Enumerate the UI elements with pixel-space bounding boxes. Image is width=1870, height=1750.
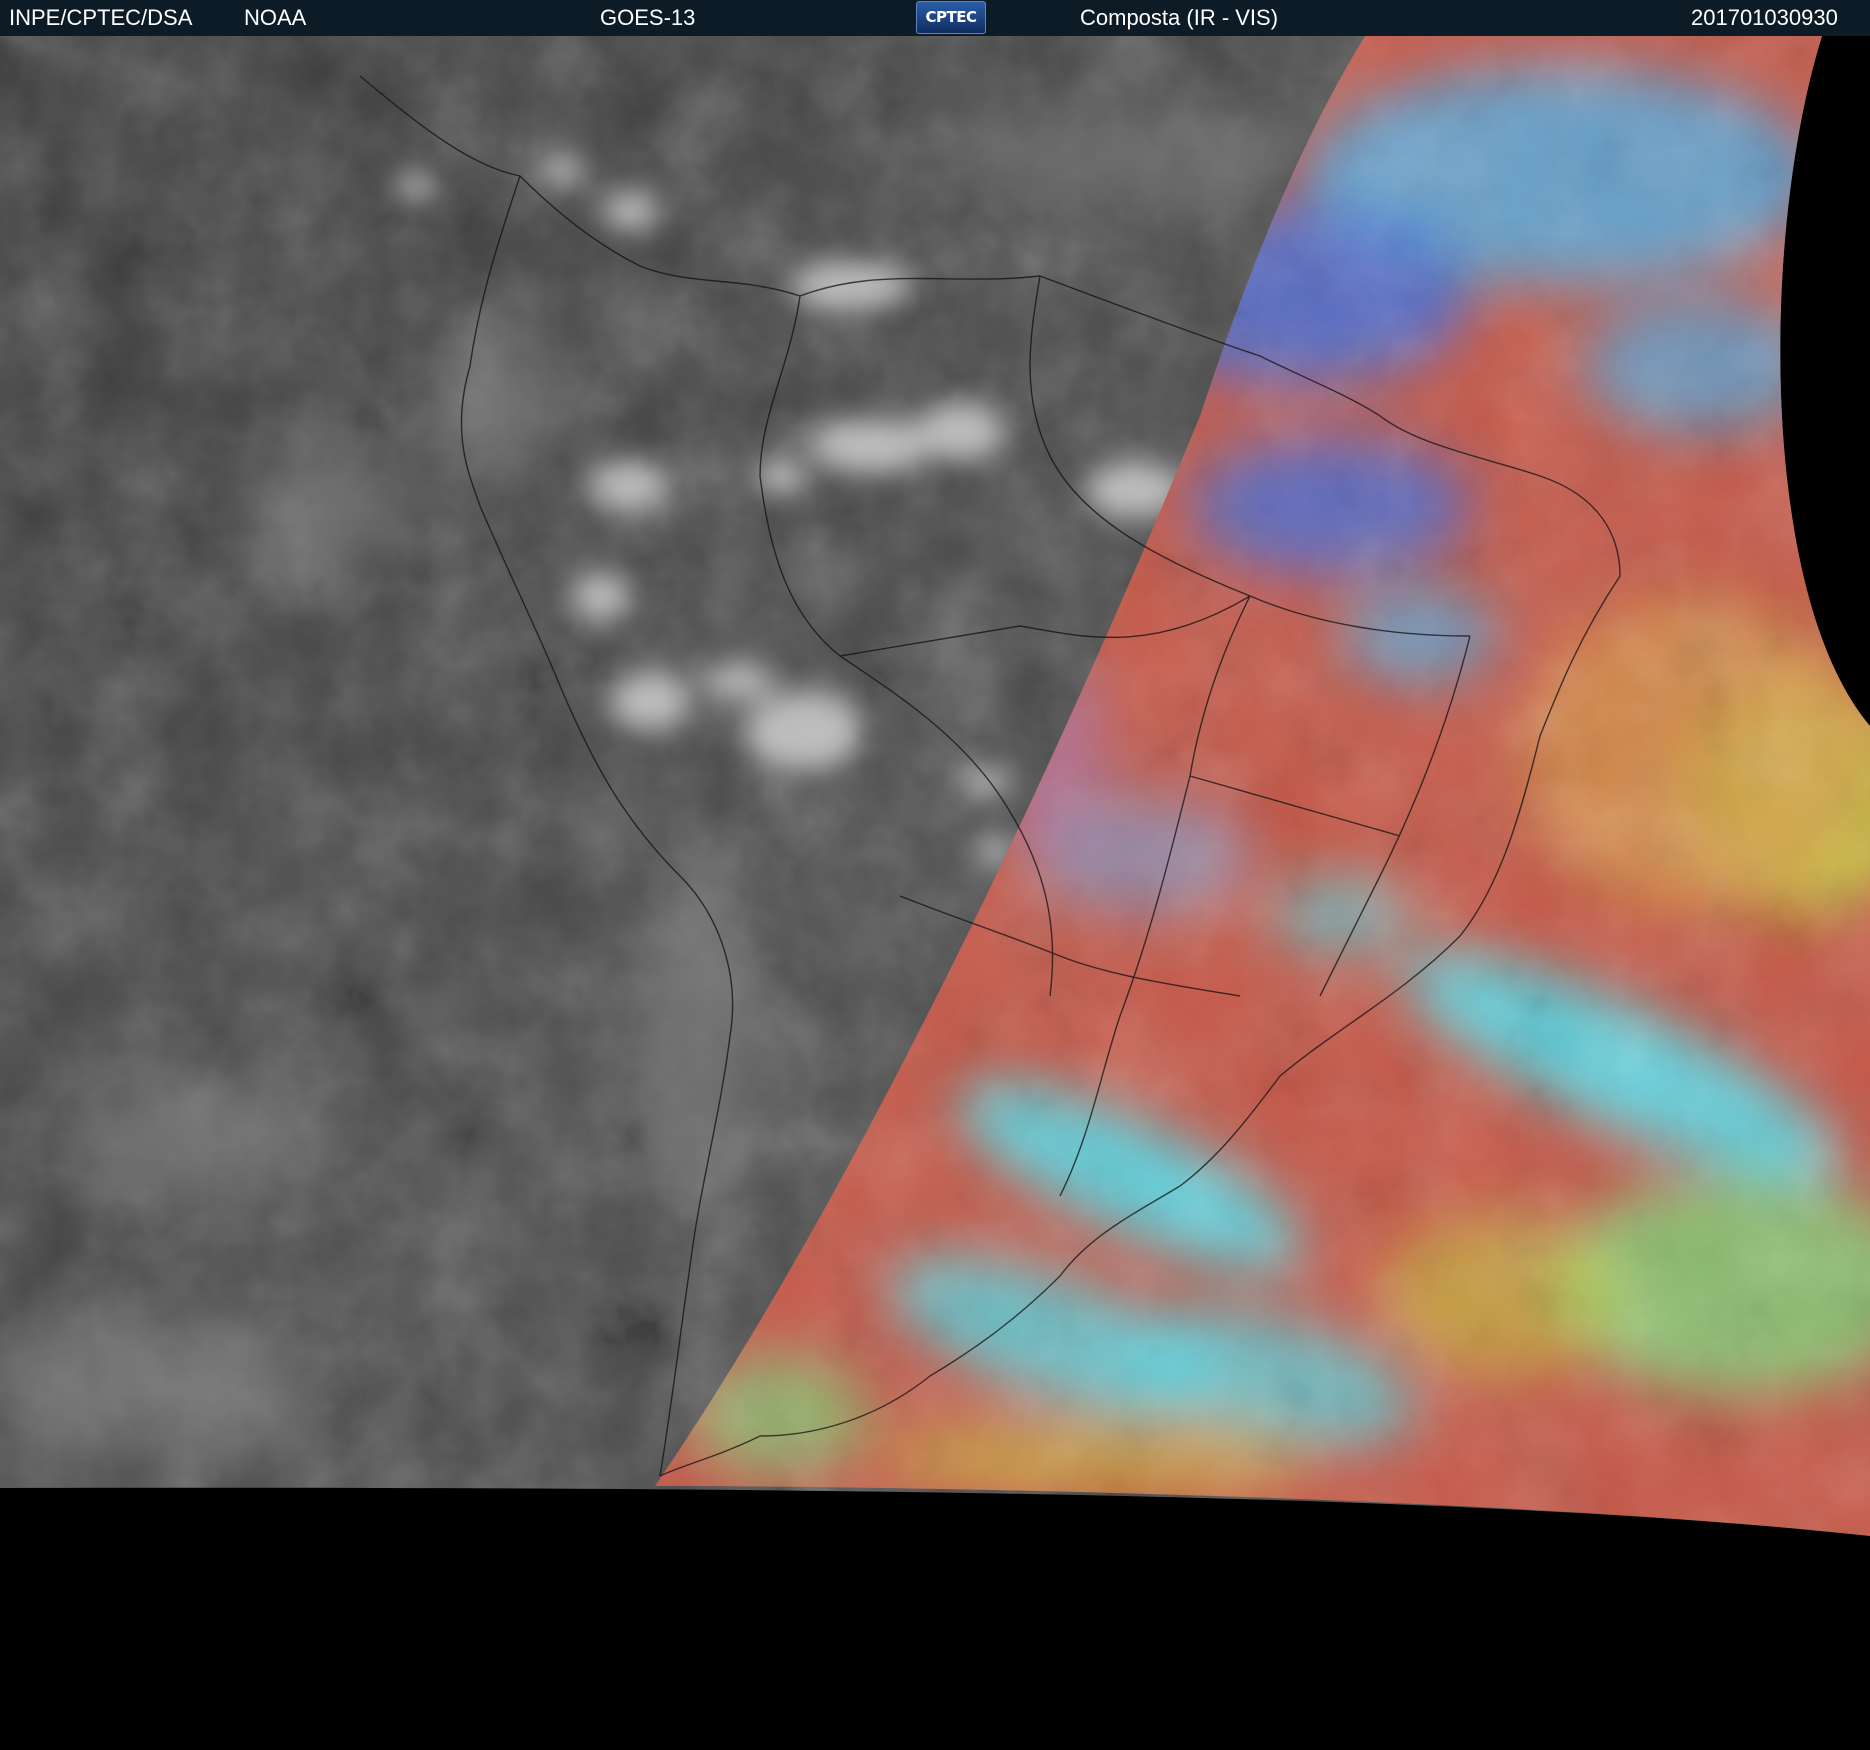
satellite-label: GOES-13 bbox=[600, 5, 696, 30]
cptec-logo: CPTEC bbox=[916, 1, 986, 34]
header-bar: INPE/CPTEC/DSA NOAA GOES-13 CPTEC Compos… bbox=[0, 0, 1870, 36]
agency-label: NOAA bbox=[244, 5, 307, 30]
source-label: INPE/CPTEC/DSA bbox=[9, 5, 193, 30]
product-label: Composta (IR - VIS) bbox=[1080, 5, 1279, 30]
satellite-image bbox=[0, 36, 1870, 1750]
timestamp-label: 201701030930 bbox=[1691, 5, 1838, 30]
